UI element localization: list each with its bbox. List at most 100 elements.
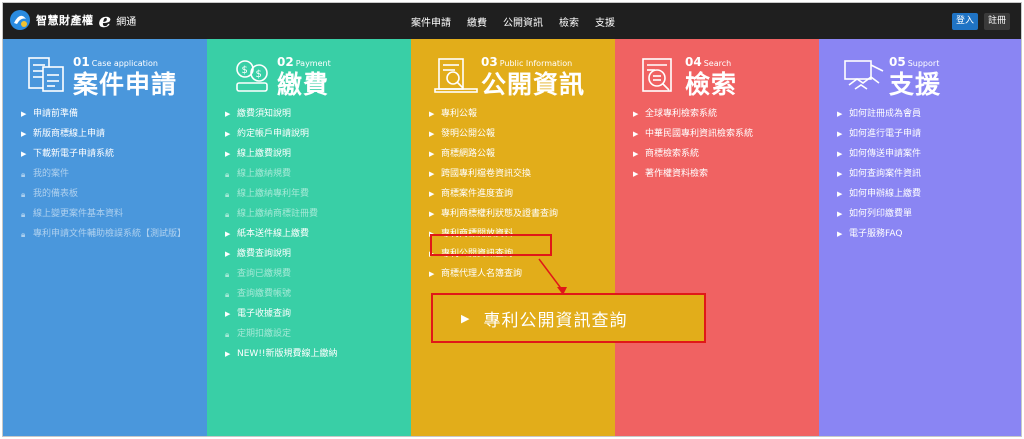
menu-item[interactable]: ▶ 新版商標線上申請 bbox=[21, 129, 196, 140]
column-title: 支援 bbox=[889, 70, 942, 99]
menu-item[interactable]: ▶ 下載新電子申請系統 bbox=[21, 149, 196, 160]
menu-item-locked[interactable]: 🔒︎ 線上繳納專利年費 bbox=[225, 189, 400, 200]
menu-item[interactable]: ▶ 繳費須知說明 bbox=[225, 109, 400, 120]
menu-item[interactable]: ▶ 專利公報 bbox=[429, 109, 604, 120]
menu-item[interactable]: ▶ 如何註冊成為會員 bbox=[837, 109, 1012, 120]
menu-item[interactable]: ▶ 中華民國專利資訊檢索系統 bbox=[633, 129, 808, 140]
menu-item[interactable]: ▶ 專利商標權利狀態及證書查詢 bbox=[429, 209, 604, 220]
coins-icon: $ $ bbox=[236, 60, 268, 92]
menu-item[interactable]: ▶ 商標案件進度查詢 bbox=[429, 189, 604, 200]
menu-item-label: 如何列印繳費單 bbox=[849, 209, 913, 219]
menu-item-label: 查詢已繳規費 bbox=[237, 269, 292, 279]
menu-item-locked[interactable]: 🔒︎ 我的案件 bbox=[21, 169, 196, 180]
menu-item[interactable]: ▶ 如何申辦線上繳費 bbox=[837, 189, 1012, 200]
menu-item[interactable]: ▶ 繳費查詢說明 bbox=[225, 249, 400, 260]
register-button[interactable]: 註冊 bbox=[984, 13, 1010, 30]
column-header[interactable]: 04 Search 檢索 bbox=[637, 55, 737, 99]
triangle-bullet-icon: ▶ bbox=[837, 170, 843, 178]
menu-item-label: 如何申辦線上繳費 bbox=[849, 189, 922, 199]
menu-item[interactable]: ▶ 電子收據查詢 bbox=[225, 309, 400, 320]
menu-item[interactable]: ▶ 線上繳費說明 bbox=[225, 149, 400, 160]
site-logo[interactable]: 智慧財產權 e 網通 bbox=[9, 9, 136, 31]
menu-item[interactable]: ▶ 紙本送件線上繳費 bbox=[225, 229, 400, 240]
lock-icon: 🔒︎ bbox=[21, 230, 26, 239]
lock-icon: 🔒︎ bbox=[21, 190, 26, 199]
menu-list: ▶ 全球專利檢索系統 ▶ 中華民國專利資訊檢索系統 ▶ 商標檢索系統 ▶ 著作權資料檢索 bbox=[633, 109, 808, 189]
column-header[interactable]: $ $ 02 Payment 繳費 bbox=[229, 55, 331, 99]
column-support: 05 Support 支援 ▶ 如何註冊成為會員 ▶ 如何進行電子申請 ▶ 如何傳送申請… bbox=[819, 39, 1021, 436]
menu-item[interactable]: ▶ 電子服務FAQ bbox=[837, 229, 1012, 240]
nav-payment[interactable]: 繳費 bbox=[467, 14, 487, 29]
column-title: 案件申請 bbox=[73, 70, 178, 99]
triangle-bullet-icon: ▶ bbox=[429, 150, 435, 158]
menu-item[interactable]: ▶ 如何列印繳費單 bbox=[837, 209, 1012, 220]
column-number: 05 bbox=[889, 55, 906, 69]
menu-item[interactable]: ▶ 如何傳送申請案件 bbox=[837, 149, 1012, 160]
handshake-icon bbox=[844, 60, 884, 90]
menu-item[interactable]: ▶ 跨國專利檔卷資訊交換 bbox=[429, 169, 604, 180]
menu-item[interactable]: ▶ NEW!!新版規費線上繳納 bbox=[225, 349, 400, 360]
menu-item-label: 如何進行電子申請 bbox=[849, 129, 922, 139]
login-button[interactable]: 登入 bbox=[952, 13, 978, 30]
menu-item-label: 如何查詢案件資訊 bbox=[849, 169, 922, 179]
menu-item[interactable]: ▶ 商標檢索系統 bbox=[633, 149, 808, 160]
menu-item-locked[interactable]: 🔒︎ 查詢已繳規費 bbox=[225, 269, 400, 280]
menu-item-label: 線上繳納規費 bbox=[237, 169, 292, 179]
column-english: Case application bbox=[91, 59, 158, 68]
menu-item[interactable]: ▶ 約定帳戶申請說明 bbox=[225, 129, 400, 140]
triangle-bullet-icon: ▶ bbox=[225, 150, 231, 158]
lock-icon: 🔒︎ bbox=[225, 330, 230, 339]
menu-item-label: 定期扣繳設定 bbox=[237, 329, 292, 339]
menu-item-label: 我的備表板 bbox=[33, 189, 79, 199]
menu-item-locked[interactable]: 🔒︎ 線上繳納商標註冊費 bbox=[225, 209, 400, 220]
triangle-bullet-icon: ▶ bbox=[461, 311, 470, 325]
nav-support[interactable]: 支援 bbox=[595, 14, 615, 29]
zoomed-callout: ▶ 專利公開資訊查詢 bbox=[431, 293, 706, 343]
menu-item-label: 我的案件 bbox=[33, 169, 70, 179]
triangle-bullet-icon: ▶ bbox=[225, 250, 231, 258]
column-header[interactable]: 03 Public Information 公開資訊 bbox=[433, 55, 585, 99]
triangle-bullet-icon: ▶ bbox=[429, 130, 435, 138]
menu-item-locked[interactable]: 🔒︎ 查詢繳費帳號 bbox=[225, 289, 400, 300]
column-header[interactable]: 01 Case application 案件申請 bbox=[25, 55, 177, 99]
menu-item-label: 線上變更案件基本資料 bbox=[33, 209, 124, 219]
menu-item[interactable]: ▶ 著作權資料檢索 bbox=[633, 169, 808, 180]
nav-public-information[interactable]: 公開資訊 bbox=[503, 14, 543, 29]
menu-item-label: 商標案件進度查詢 bbox=[441, 189, 514, 199]
menu-item-label: 繳費查詢說明 bbox=[237, 249, 292, 259]
triangle-bullet-icon: ▶ bbox=[837, 110, 843, 118]
menu-item[interactable]: ▶ 發明公開公報 bbox=[429, 129, 604, 140]
magnifier-doc-icon bbox=[642, 58, 672, 92]
menu-item-label: 線上繳納專利年費 bbox=[237, 189, 310, 199]
menu-item-label: 發明公開公報 bbox=[441, 129, 496, 139]
nav-case-application[interactable]: 案件申請 bbox=[411, 14, 451, 29]
menu-item-locked[interactable]: 🔒︎ 線上變更案件基本資料 bbox=[21, 209, 196, 220]
menu-item[interactable]: ▶ 全球專利檢索系統 bbox=[633, 109, 808, 120]
menu-item[interactable]: ▶ 如何進行電子申請 bbox=[837, 129, 1012, 140]
menu-item-label: 商標檢索系統 bbox=[645, 149, 700, 159]
column-header[interactable]: 05 Support 支援 bbox=[841, 55, 941, 99]
logo-suffix: 網通 bbox=[116, 16, 137, 28]
column-title: 繳費 bbox=[277, 70, 330, 99]
menu-item-label: 商標網路公報 bbox=[441, 149, 496, 159]
menu-item-locked[interactable]: 🔒︎ 定期扣繳設定 bbox=[225, 329, 400, 340]
menu-item-label: 約定帳戶申請說明 bbox=[237, 129, 310, 139]
site-name: 智慧財產權 bbox=[36, 14, 94, 27]
menu-item-locked[interactable]: 🔒︎ 專利申請文件輔助檢誤系統【測試版】 bbox=[21, 229, 196, 240]
menu-item-label: 專利申請文件輔助檢誤系統【測試版】 bbox=[33, 229, 187, 239]
menu-item-label: 下載新電子申請系統 bbox=[33, 149, 115, 159]
menu-item-locked[interactable]: 🔒︎ 我的備表板 bbox=[21, 189, 196, 200]
column-number: 04 bbox=[685, 55, 702, 69]
lock-icon: 🔒︎ bbox=[225, 290, 230, 299]
menu-item[interactable]: ▶ 如何查詢案件資訊 bbox=[837, 169, 1012, 180]
menu-item[interactable]: ▶ 商標網路公報 bbox=[429, 149, 604, 160]
triangle-bullet-icon: ▶ bbox=[225, 350, 231, 358]
nav-search[interactable]: 檢索 bbox=[559, 14, 579, 29]
triangle-bullet-icon: ▶ bbox=[837, 150, 843, 158]
highlight-box bbox=[430, 234, 552, 256]
triangle-bullet-icon: ▶ bbox=[429, 210, 435, 218]
menu-item-locked[interactable]: 🔒︎ 線上繳納規費 bbox=[225, 169, 400, 180]
lock-icon: 🔒︎ bbox=[225, 170, 230, 179]
menu-item[interactable]: ▶ 申請前準備 bbox=[21, 109, 196, 120]
logo-emblem-icon bbox=[10, 10, 30, 30]
